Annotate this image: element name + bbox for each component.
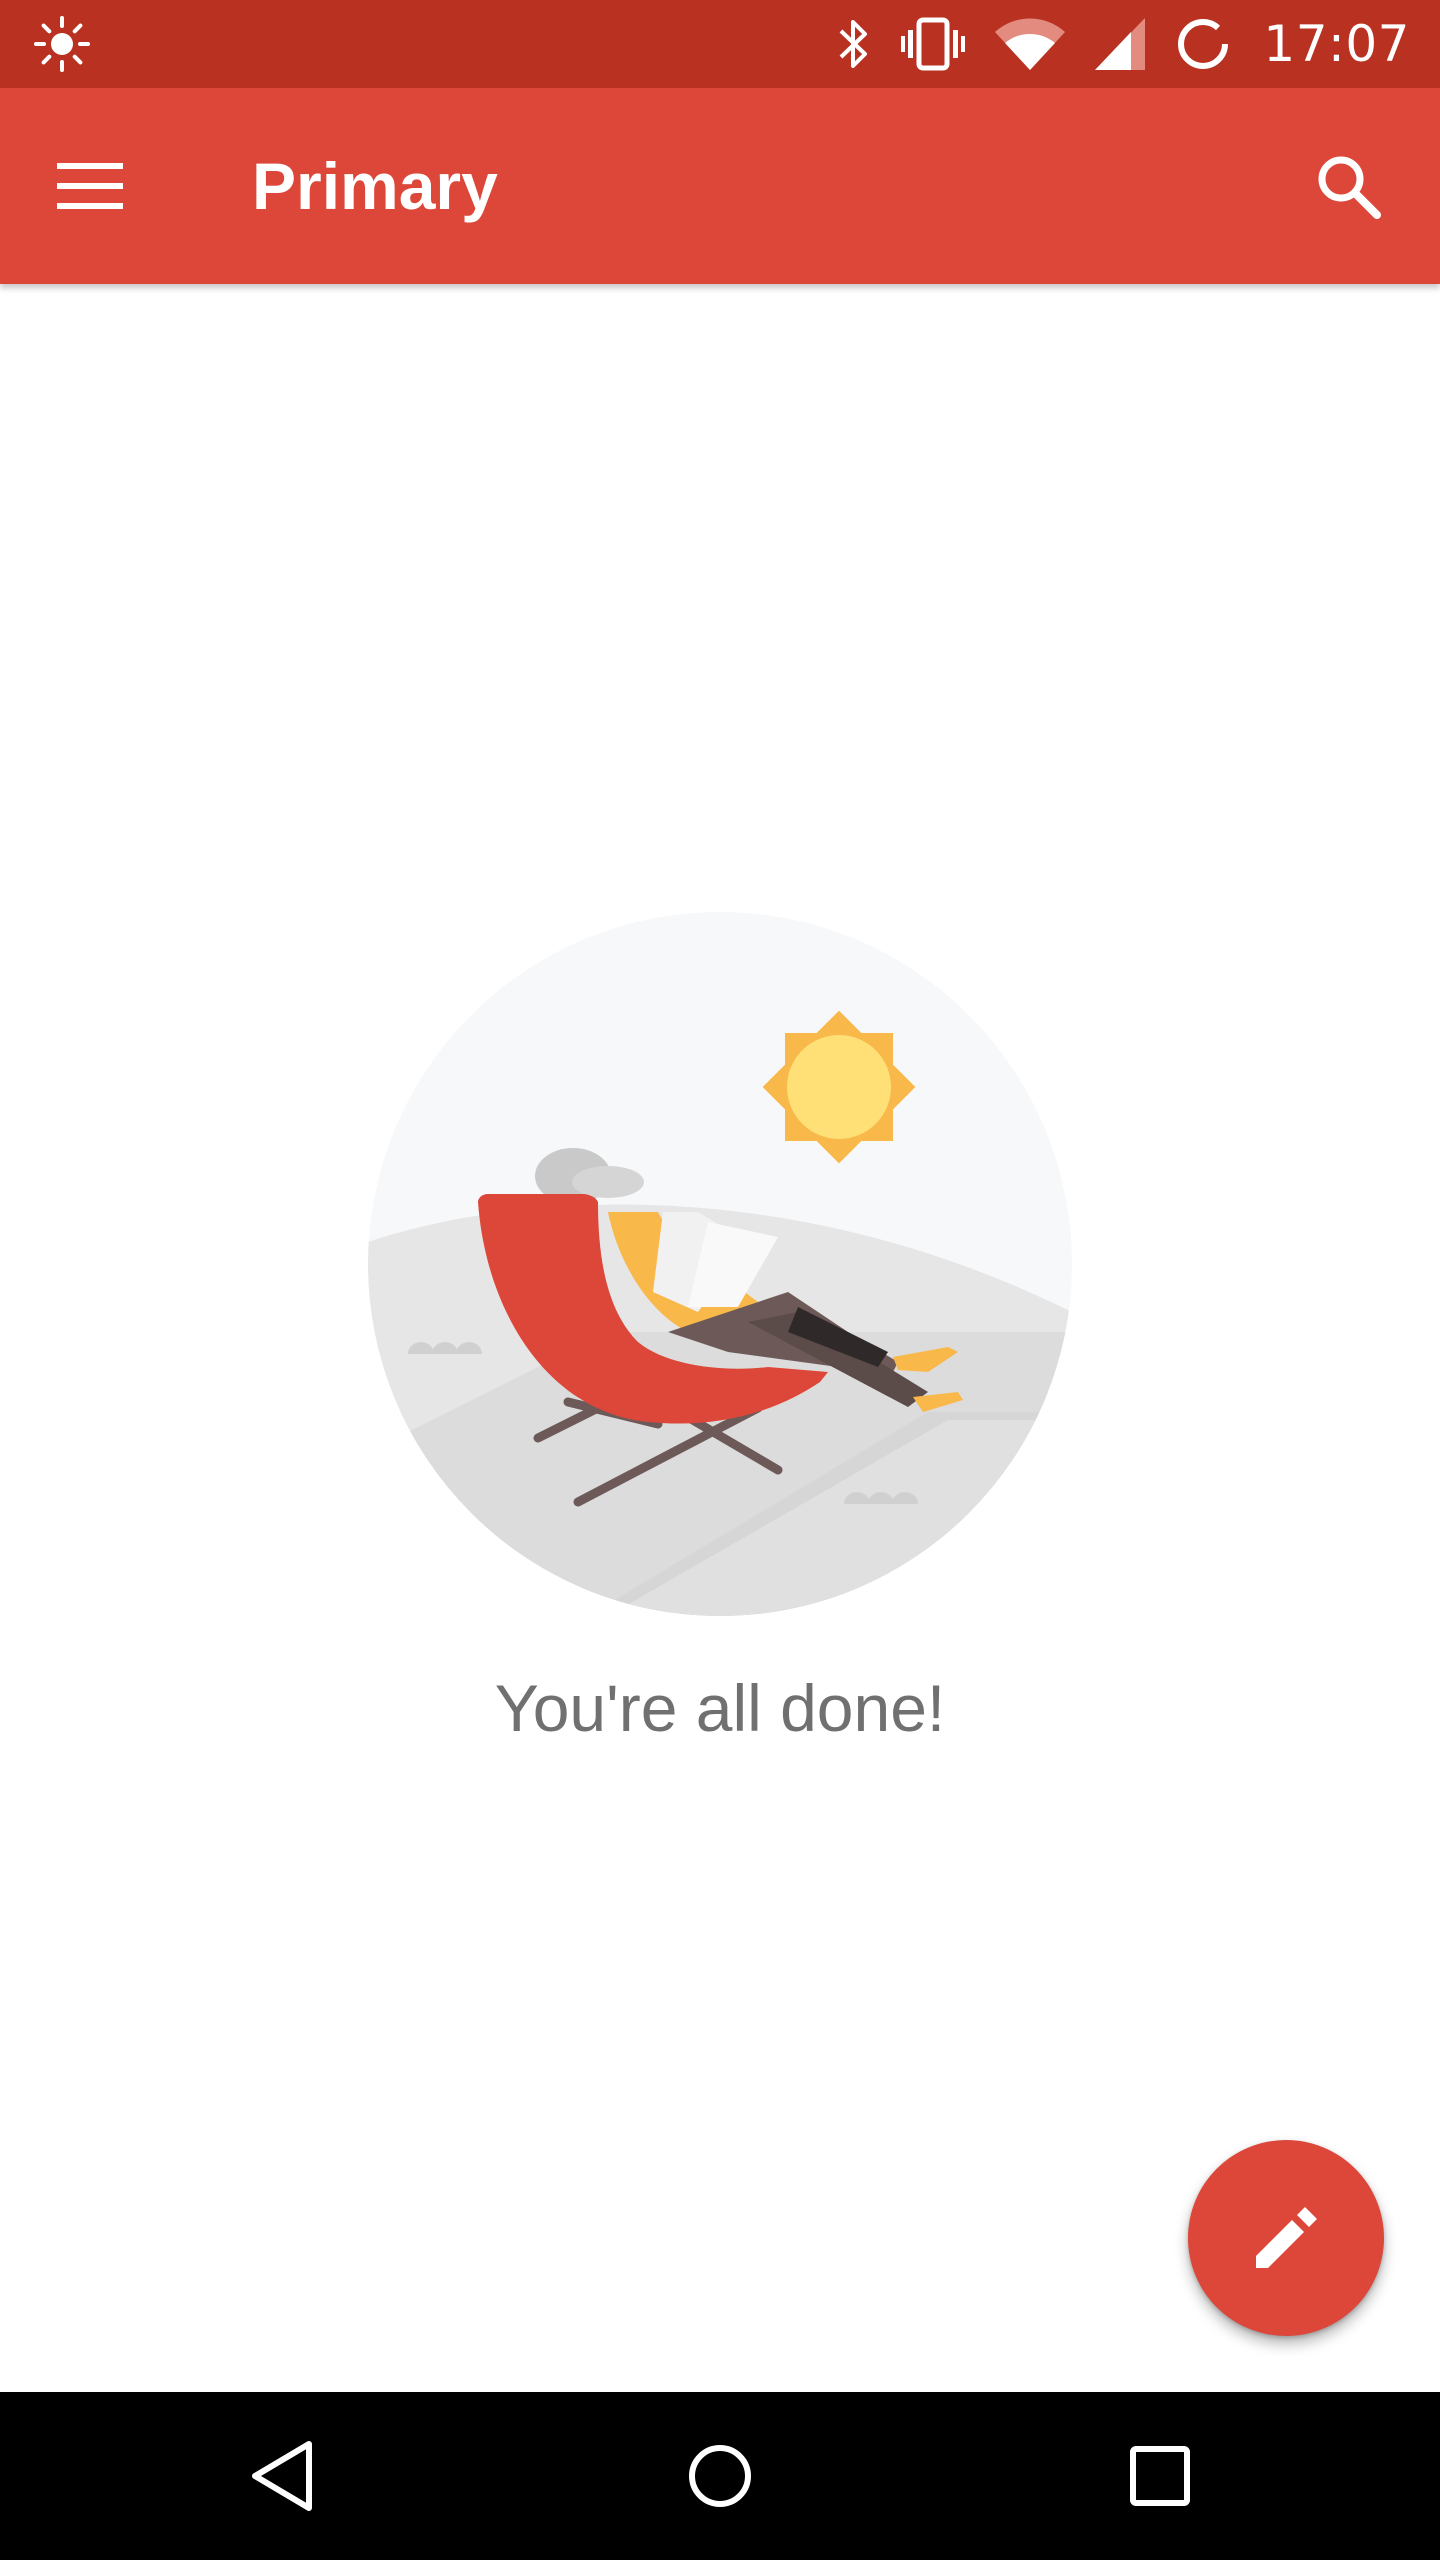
bluetooth-icon xyxy=(837,16,871,72)
wifi-icon xyxy=(995,18,1066,70)
cell-signal-icon xyxy=(1095,18,1146,70)
empty-inbox-illustration xyxy=(368,912,1072,1616)
home-button[interactable] xyxy=(670,2426,770,2526)
app-bar: Primary xyxy=(0,88,1440,284)
home-icon xyxy=(689,2445,751,2507)
status-time: 17:07 xyxy=(1263,15,1410,73)
status-icons: 17:07 xyxy=(837,0,1410,88)
hamburger-menu-icon xyxy=(57,163,123,209)
navigation-bar xyxy=(0,2392,1440,2560)
sync-icon xyxy=(1175,16,1231,72)
recents-button[interactable] xyxy=(1110,2426,1210,2526)
back-icon xyxy=(252,2441,312,2511)
pencil-icon xyxy=(1256,2207,1317,2268)
page-title: Primary xyxy=(252,149,498,223)
search-button[interactable] xyxy=(1298,136,1398,236)
empty-state-message: You're all done! xyxy=(494,1671,946,1745)
back-button[interactable] xyxy=(232,2426,332,2526)
menu-button[interactable] xyxy=(40,136,140,236)
status-bar: 17:07 xyxy=(0,0,1440,88)
brightness-icon xyxy=(30,12,94,76)
search-icon xyxy=(1318,156,1381,219)
recents-icon xyxy=(1130,2446,1190,2506)
compose-button[interactable] xyxy=(1188,2140,1384,2336)
vibrate-icon xyxy=(901,16,966,72)
